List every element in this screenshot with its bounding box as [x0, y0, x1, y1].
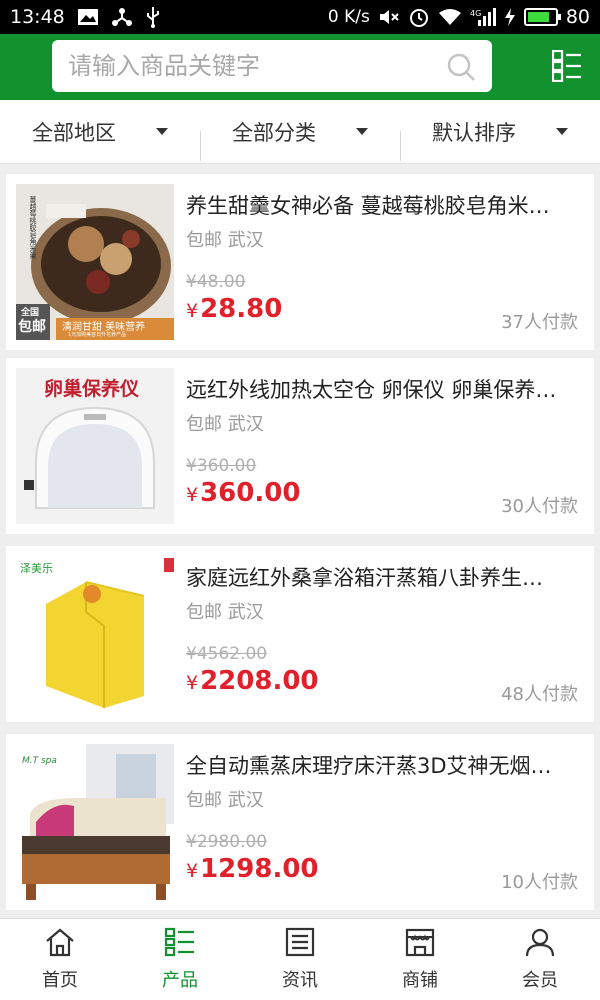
sales-count: 30人付款	[501, 496, 578, 517]
image-heading: 卵巢保养仪	[44, 378, 140, 400]
search-icon[interactable]	[446, 52, 476, 86]
image-brand: M.T spa	[22, 756, 57, 766]
price-value: 28.80	[200, 294, 283, 324]
network-speed: 0 K/s	[327, 7, 370, 27]
category-list-icon[interactable]	[551, 49, 582, 86]
dropdown-caret-icon	[156, 128, 168, 135]
tab-home[interactable]: 首页	[0, 919, 120, 1000]
product-image[interactable]: 卵巢保养仪	[16, 368, 174, 524]
charging-icon	[504, 8, 516, 26]
price-value: 1298.00	[200, 854, 319, 884]
original-price: ¥4562.00	[186, 644, 268, 664]
usb-icon	[145, 6, 161, 28]
product-card[interactable]: M.T spa 全自动熏蒸床理疗床汗蒸3D艾神无烟… 包邮 武汉 ¥2980.0…	[6, 734, 594, 910]
tab-news[interactable]: 资讯	[240, 919, 360, 1000]
product-title[interactable]: 远红外线加热太空仓 卵保仪 卵巢保养…	[186, 374, 581, 404]
original-price: ¥2980.00	[186, 832, 268, 852]
tab-shops[interactable]: 商铺	[360, 919, 480, 1000]
sales-count: 37人付款	[501, 312, 578, 333]
share-icon	[111, 7, 133, 27]
product-title[interactable]: 家庭远红外桑拿浴箱汗蒸箱八卦养生…	[186, 562, 581, 592]
product-card[interactable]: 泽美乐 家庭远红外桑拿浴箱汗蒸箱八卦养生… 包邮 武汉 ¥4562.00 ¥22…	[6, 546, 594, 722]
currency-symbol: ¥	[186, 672, 199, 694]
product-meta: 包邮 武汉	[186, 230, 264, 251]
status-time: 13:48	[10, 6, 65, 28]
tab-news-label: 资讯	[282, 970, 318, 991]
battery-level: 80	[565, 6, 590, 28]
sale-price: ¥2208.00	[186, 666, 319, 696]
original-price: ¥360.00	[186, 456, 257, 476]
filter-category[interactable]: 全部分类	[200, 117, 400, 161]
tab-products-label: 产品	[162, 970, 198, 991]
image-icon	[77, 8, 99, 26]
tab-home-label: 首页	[42, 970, 78, 991]
alarm-icon	[408, 6, 430, 28]
signal-icon: 4G	[470, 8, 496, 26]
filter-region[interactable]: 全部地区	[0, 117, 200, 147]
bottom-tab-bar: 首页 产品 资讯 商铺 会员	[0, 918, 600, 1000]
price-value: 360.00	[200, 478, 301, 508]
product-image[interactable]: 泽美乐	[16, 556, 174, 712]
product-title[interactable]: 全自动熏蒸床理疗床汗蒸3D艾神无烟…	[186, 750, 581, 780]
filter-bar: 全部地区 全部分类 默认排序	[0, 100, 600, 164]
product-meta: 包邮 武汉	[186, 414, 264, 435]
network-type: 4G	[470, 9, 481, 18]
currency-symbol: ¥	[186, 300, 199, 322]
currency-symbol: ¥	[186, 860, 199, 882]
sale-price: ¥360.00	[186, 478, 300, 508]
search-input[interactable]	[68, 52, 428, 80]
tab-products[interactable]: 产品	[120, 919, 240, 1000]
sales-count: 48人付款	[501, 684, 578, 705]
product-title[interactable]: 养生甜羹女神必备 蔓越莓桃胶皂角米…	[186, 190, 581, 220]
product-image[interactable]: 全国 包邮 清润甘甜 美味营养 1元加购美容日升花养产品 蔓越莓桃胶皂角米羹	[16, 184, 174, 340]
image-vertical-text: 蔓越莓桃胶皂角米羹	[29, 196, 37, 259]
app-header	[0, 34, 600, 100]
filter-category-label: 全部分类	[232, 120, 316, 145]
shop-icon	[404, 927, 436, 962]
product-image[interactable]: M.T spa	[16, 744, 174, 900]
user-icon	[524, 927, 556, 962]
wifi-icon	[438, 8, 462, 26]
original-price: ¥48.00	[186, 272, 246, 292]
product-card[interactable]: 卵巢保养仪 远红外线加热太空仓 卵保仪 卵巢保养… 包邮 武汉 ¥360.00 …	[6, 358, 594, 534]
status-bar: 13:48 0 K/s 4G 80	[0, 0, 600, 34]
search-box[interactable]	[52, 40, 492, 92]
battery-icon	[523, 8, 561, 26]
price-value: 2208.00	[200, 666, 319, 696]
tab-shops-label: 商铺	[402, 970, 438, 991]
currency-symbol: ¥	[186, 484, 199, 506]
image-brand: 泽美乐	[20, 562, 53, 575]
product-meta: 包邮 武汉	[186, 602, 264, 623]
home-icon	[44, 927, 76, 962]
tab-member-label: 会员	[522, 970, 558, 991]
filter-region-label: 全部地区	[32, 120, 116, 145]
dropdown-caret-icon	[356, 128, 368, 135]
image-banner-sub: 1元加购美容日升花养产品	[68, 332, 127, 338]
sale-price: ¥28.80	[186, 294, 282, 324]
tab-member[interactable]: 会员	[480, 919, 600, 1000]
filter-sort[interactable]: 默认排序	[400, 117, 600, 161]
product-card[interactable]: 全国 包邮 清润甘甜 美味营养 1元加购美容日升花养产品 蔓越莓桃胶皂角米羹 养…	[6, 174, 594, 350]
filter-sort-label: 默认排序	[432, 120, 516, 145]
mute-icon	[378, 8, 400, 26]
image-badge: 包邮	[18, 319, 46, 335]
sales-count: 10人付款	[501, 872, 578, 893]
product-meta: 包邮 武汉	[186, 790, 264, 811]
dropdown-caret-icon	[556, 128, 568, 135]
grid-list-icon	[164, 927, 196, 962]
news-icon	[284, 927, 316, 962]
sale-price: ¥1298.00	[186, 854, 319, 884]
battery-indicator: 80	[523, 6, 590, 28]
